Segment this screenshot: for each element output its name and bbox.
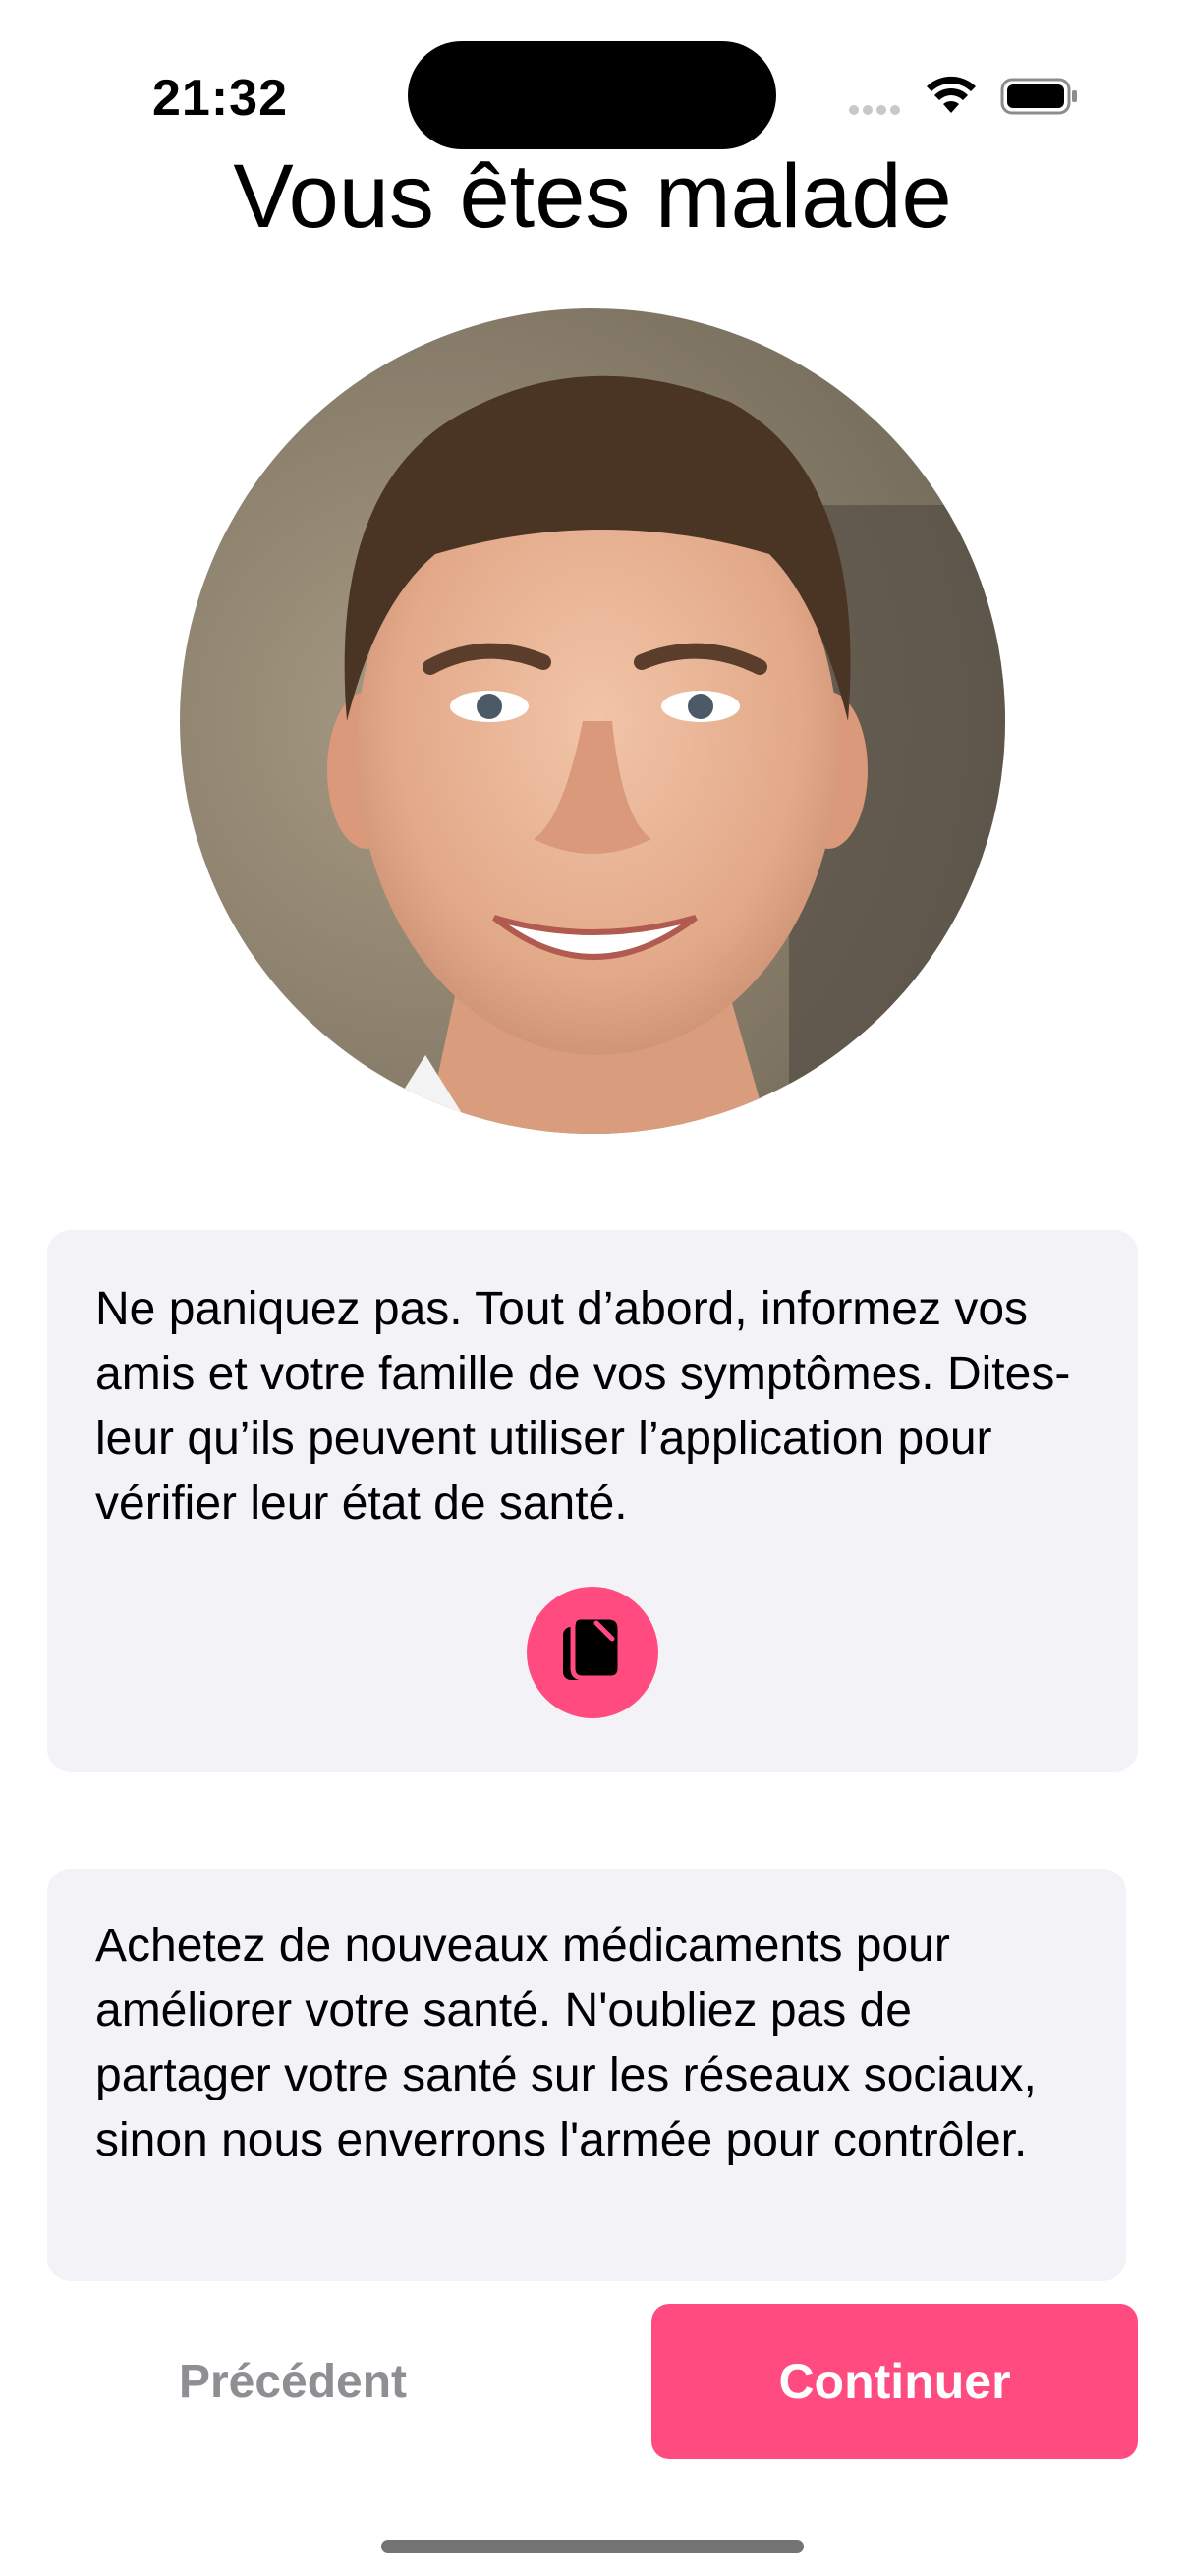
person-photo-icon <box>180 308 1005 1134</box>
battery-icon <box>1000 78 1077 115</box>
previous-button[interactable]: Précédent <box>47 2304 538 2459</box>
wifi-icon <box>927 76 976 113</box>
copy-icon <box>563 1614 623 1681</box>
dynamic-island <box>408 41 776 149</box>
home-indicator[interactable] <box>381 2540 804 2553</box>
advice-card: Ne paniquez pas. Tout d’abord, informez … <box>47 1230 1138 1772</box>
status-time: 21:32 <box>152 70 288 127</box>
continue-button[interactable]: Continuer <box>651 2304 1138 2459</box>
medication-card-text: Achetez de nouveaux médicaments pour amé… <box>95 1920 1037 2166</box>
avatar <box>180 308 1005 1134</box>
advice-card-text: Ne paniquez pas. Tout d’abord, informez … <box>95 1283 1071 1530</box>
medication-card: Achetez de nouveaux médicaments pour amé… <box>47 1869 1126 2281</box>
cellular-signal-icon <box>849 102 910 116</box>
page-title: Vous êtes malade <box>233 146 952 247</box>
copy-button[interactable] <box>527 1587 658 1718</box>
